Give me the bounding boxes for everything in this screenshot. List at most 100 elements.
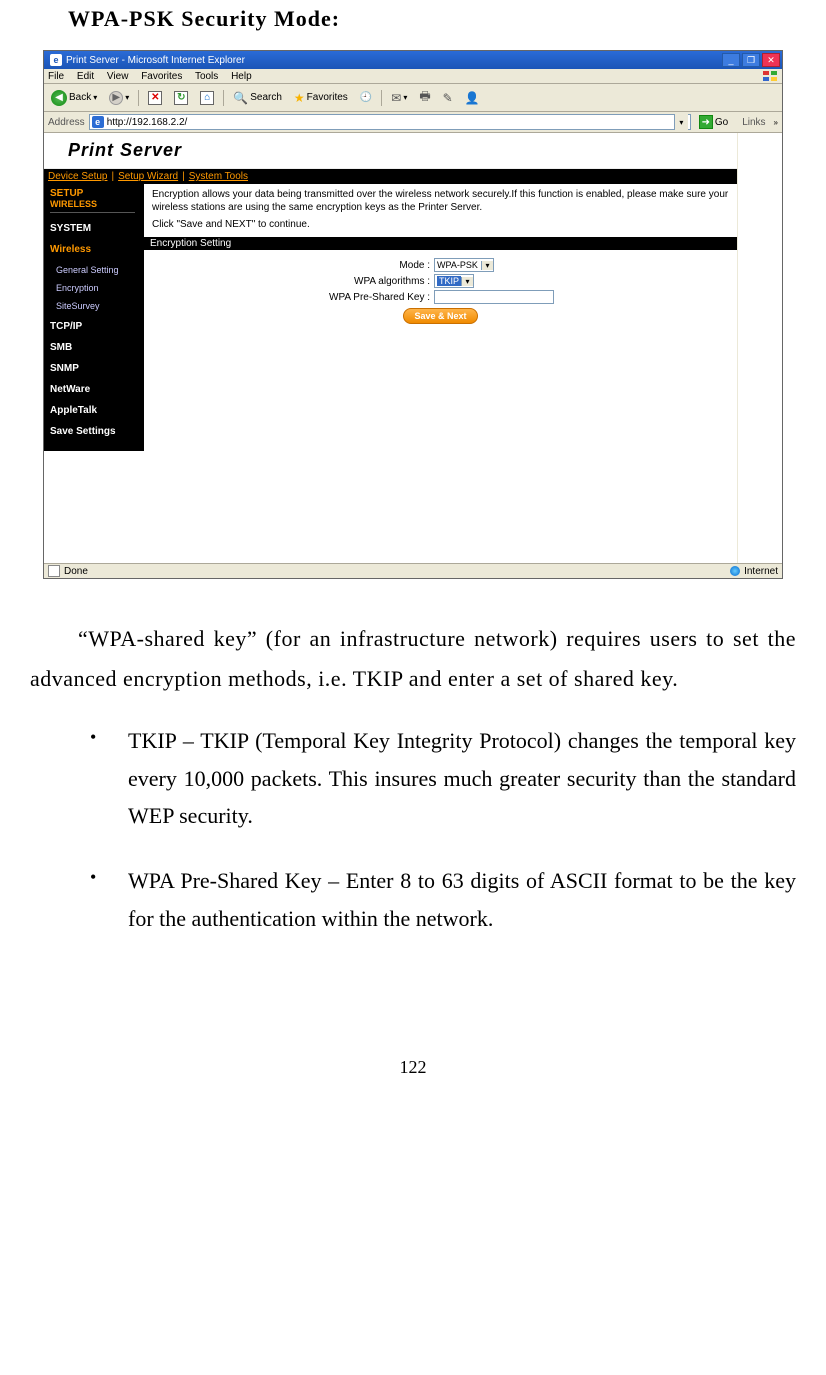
mail-icon: ✉	[391, 91, 401, 105]
app-title: Print Server	[44, 133, 737, 169]
browser-window: e Print Server - Microsoft Internet Expl…	[43, 50, 783, 579]
mail-button[interactable]: ✉▾	[388, 90, 410, 106]
algorithms-label: WPA algorithms :	[144, 276, 434, 287]
menu-tools[interactable]: Tools	[195, 71, 218, 82]
sidebar-item-smb[interactable]: SMB	[50, 342, 144, 353]
document-icon	[48, 565, 60, 577]
back-icon: ◀	[51, 90, 67, 106]
go-arrow-icon: ➜	[699, 115, 713, 129]
page-number: 122	[20, 1057, 806, 1078]
address-bar: Address e http://192.168.2.2/ ▾ ➜ Go Lin…	[44, 112, 782, 133]
sidebar-item-save-settings[interactable]: Save Settings	[50, 426, 144, 437]
forward-button[interactable]: ▶ ▾	[106, 90, 132, 106]
go-label: Go	[715, 117, 728, 128]
address-input[interactable]: e http://192.168.2.2/ ▾	[89, 114, 691, 130]
psk-input[interactable]	[434, 290, 554, 304]
home-button[interactable]: ⌂	[197, 90, 217, 106]
refresh-button[interactable]: ↻	[171, 90, 191, 106]
mode-select[interactable]: WPA-PSK ▾	[434, 258, 494, 272]
links-chevron-icon[interactable]: »	[774, 118, 778, 127]
sidebar-item-appletalk[interactable]: AppleTalk	[50, 405, 144, 416]
address-label: Address	[48, 117, 85, 128]
messenger-button[interactable]: 👤	[462, 90, 483, 106]
favorites-button[interactable]: ★ Favorites	[291, 90, 351, 106]
minimize-button[interactable]: _	[722, 53, 740, 67]
refresh-icon: ↻	[174, 91, 188, 105]
encryption-description: Encryption allows your data being transm…	[144, 184, 737, 214]
toolbar-separator	[223, 90, 224, 106]
mode-label: Mode :	[144, 260, 434, 271]
sidebar-sub-encryption[interactable]: Encryption	[56, 283, 144, 293]
history-icon: 🕘	[360, 92, 372, 103]
favorites-label: Favorites	[307, 92, 348, 103]
status-text: Done	[64, 566, 88, 577]
search-button[interactable]: 🔍 Search	[230, 90, 285, 106]
ie-icon: e	[50, 54, 62, 66]
sidebar-item-snmp[interactable]: SNMP	[50, 363, 144, 374]
messenger-icon: 👤	[465, 91, 480, 105]
print-icon: 🖶	[419, 87, 430, 108]
sidebar-sub-general-setting[interactable]: General Setting	[56, 265, 144, 275]
browser-toolbar: ◀ Back ▾ ▶ ▾ ✕ ↻ ⌂ 🔍 Search ★ Favorites …	[44, 84, 782, 112]
tab-separator: |	[111, 171, 114, 182]
list-item: TKIP – TKIP (Temporal Key Integrity Prot…	[80, 722, 796, 834]
toolbar-separator	[138, 90, 139, 106]
menu-edit[interactable]: Edit	[77, 71, 94, 82]
page-icon: e	[92, 116, 104, 128]
sidebar-wireless-header: WIRELESS	[50, 199, 135, 213]
address-url: http://192.168.2.2/	[107, 117, 188, 128]
status-bar: Done Internet	[44, 563, 782, 578]
algorithms-select[interactable]: TKIP ▾	[434, 274, 474, 288]
list-item: WPA Pre-Shared Key – Enter 8 to 63 digit…	[80, 862, 796, 937]
menu-favorites[interactable]: Favorites	[141, 71, 182, 82]
star-icon: ★	[294, 91, 305, 105]
save-next-instruction: Click "Save and NEXT" to continue.	[144, 214, 737, 235]
tab-setup-wizard[interactable]: Setup Wizard	[118, 171, 178, 182]
windows-flag-icon	[762, 70, 778, 82]
sidebar-item-wireless[interactable]: Wireless	[50, 244, 144, 255]
print-button[interactable]: 🖶	[416, 86, 433, 109]
bullet-list: TKIP – TKIP (Temporal Key Integrity Prot…	[80, 722, 796, 937]
maximize-button[interactable]: ❐	[742, 53, 760, 67]
tab-system-tools[interactable]: System Tools	[189, 171, 248, 182]
chevron-down-icon: ▾	[461, 277, 473, 286]
edit-button[interactable]: ✎	[440, 90, 456, 106]
page-content: Print Server Device Setup | Setup Wizard…	[44, 133, 782, 563]
stop-button[interactable]: ✕	[145, 90, 165, 106]
save-next-button[interactable]: Save & Next	[403, 308, 477, 324]
menu-view[interactable]: View	[107, 71, 129, 82]
tab-device-setup[interactable]: Device Setup	[48, 171, 107, 182]
sidebar-setup: SETUP	[50, 188, 144, 199]
home-icon: ⌂	[200, 91, 214, 105]
toolbar-separator	[381, 90, 382, 106]
go-button[interactable]: ➜ Go	[695, 115, 732, 129]
back-label: Back	[69, 92, 91, 103]
sidebar-item-netware[interactable]: NetWare	[50, 384, 144, 395]
menu-help[interactable]: Help	[231, 71, 252, 82]
menu-bar: File Edit View Favorites Tools Help	[44, 69, 782, 84]
address-dropdown-icon[interactable]: ▾	[674, 114, 688, 130]
sidebar-sub-sitesurvey[interactable]: SiteSurvey	[56, 301, 144, 311]
links-label[interactable]: Links	[736, 117, 769, 128]
forward-icon: ▶	[109, 91, 123, 105]
main-area: Encryption allows your data being transm…	[144, 184, 737, 451]
sidebar-item-tcpip[interactable]: TCP/IP	[50, 321, 144, 332]
close-button[interactable]: ✕	[762, 53, 780, 67]
mode-value: WPA-PSK	[437, 260, 478, 270]
algorithms-value: TKIP	[437, 276, 461, 286]
top-tabs: Device Setup | Setup Wizard | System Too…	[44, 169, 737, 184]
sidebar-item-system[interactable]: SYSTEM	[50, 223, 144, 234]
history-button[interactable]: 🕘	[357, 91, 375, 104]
menu-file[interactable]: File	[48, 71, 64, 82]
search-icon: 🔍	[233, 91, 248, 105]
status-zone: Internet	[744, 566, 778, 577]
back-button[interactable]: ◀ Back ▾	[48, 89, 100, 107]
tab-separator: |	[182, 171, 185, 182]
window-titlebar: e Print Server - Microsoft Internet Expl…	[44, 51, 782, 69]
psk-label: WPA Pre-Shared Key :	[144, 292, 434, 303]
stop-icon: ✕	[148, 91, 162, 105]
window-title: Print Server - Microsoft Internet Explor…	[66, 55, 245, 66]
globe-icon	[730, 566, 740, 576]
encryption-setting-header: Encryption Setting	[144, 237, 737, 250]
search-label: Search	[250, 92, 282, 103]
